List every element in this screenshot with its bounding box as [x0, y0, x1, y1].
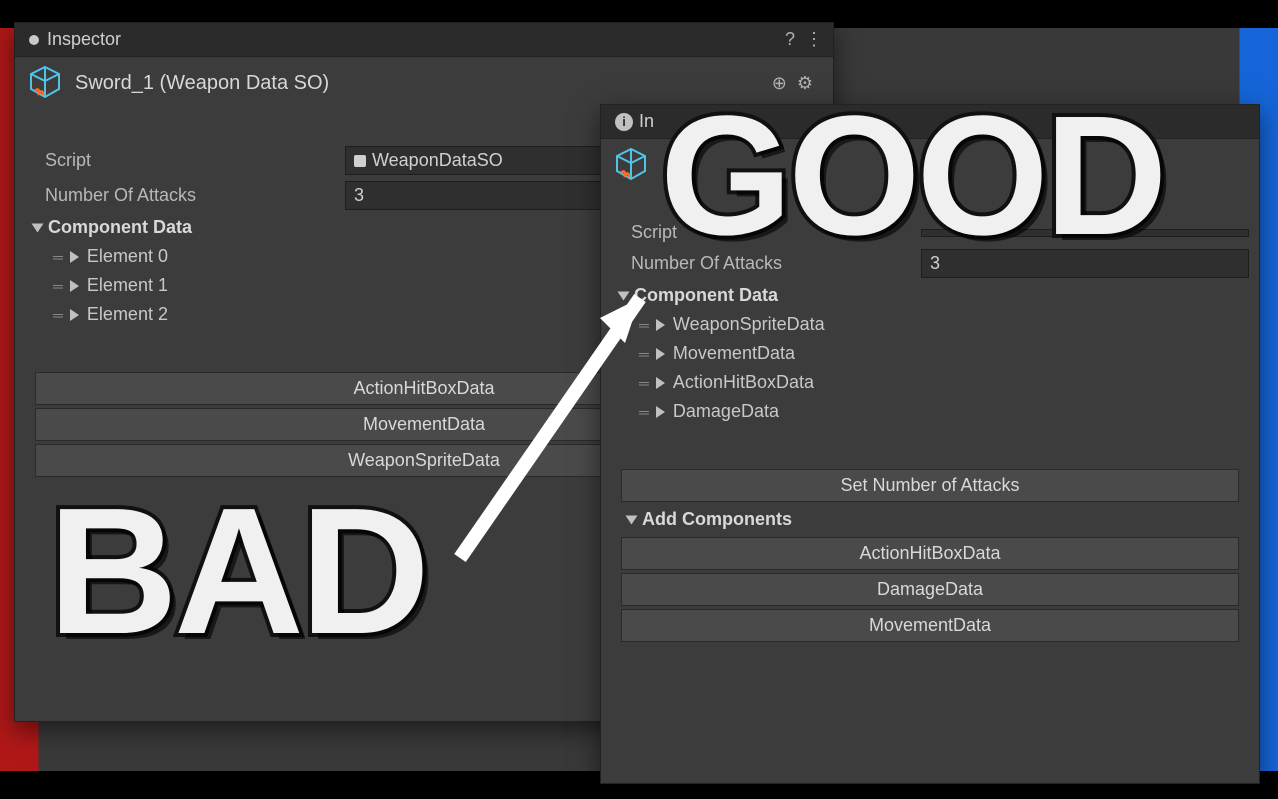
expand-arrow-icon[interactable] — [70, 280, 79, 292]
drag-handle-icon[interactable]: ═ — [53, 278, 62, 294]
info-icon: i — [615, 113, 633, 131]
component-label: WeaponSpriteData — [673, 314, 825, 335]
asset-name: Sword_1 (Weapon Data SO) — [75, 72, 329, 95]
list-item[interactable]: ═ ActionHitBoxData — [601, 368, 1259, 397]
component-label: DamageData — [673, 401, 779, 422]
script-object-icon — [354, 155, 366, 167]
component-data-foldout[interactable]: Component Data — [601, 281, 1259, 310]
list-item[interactable]: ═ MovementData — [601, 339, 1259, 368]
set-num-attacks-button[interactable]: Set Number of Attacks — [621, 469, 1239, 502]
list-item[interactable]: ═ DamageData — [601, 397, 1259, 426]
tab-bar: Inspector ? ⋮ — [15, 23, 833, 57]
num-attacks-value: 3 — [354, 185, 364, 206]
expand-arrow-icon[interactable] — [70, 251, 79, 263]
inspector-tab[interactable]: Inspector — [47, 29, 121, 50]
element-label: Element 0 — [87, 246, 168, 267]
add-components-foldout[interactable]: Add Components — [601, 505, 1259, 534]
add-component-button[interactable]: DamageData — [621, 573, 1239, 606]
num-attacks-label: Number Of Attacks — [45, 185, 345, 206]
help-icon[interactable]: ? — [785, 29, 795, 50]
component-label: ActionHitBoxData — [673, 372, 814, 393]
add-component-button[interactable]: ActionHitBoxData — [621, 537, 1239, 570]
panel-toolbar: ? ⋮ — [785, 29, 833, 50]
scriptable-object-icon — [611, 145, 651, 185]
element-label: Element 2 — [87, 304, 168, 325]
foldout-arrow-icon — [32, 223, 44, 232]
list-item[interactable]: ═ WeaponSpriteData — [601, 310, 1259, 339]
arrow-annotation — [420, 258, 680, 583]
script-value: WeaponDataSO — [372, 150, 503, 171]
expand-arrow-icon[interactable] — [70, 309, 79, 321]
drag-handle-icon[interactable]: ═ — [53, 249, 62, 265]
bad-label: BAD — [48, 468, 426, 675]
drag-handle-icon[interactable]: ═ — [53, 307, 62, 323]
component-data-label: Component Data — [48, 217, 192, 238]
script-label: Script — [45, 150, 345, 171]
scriptable-object-icon — [25, 63, 65, 103]
good-label: GOOD — [660, 78, 1163, 274]
add-component-button[interactable]: MovementData — [621, 609, 1239, 642]
inspector-tab[interactable]: In — [639, 111, 654, 132]
element-label: Element 1 — [87, 275, 168, 296]
component-label: MovementData — [673, 343, 795, 364]
tab-indicator-icon — [29, 35, 39, 45]
menu-icon[interactable]: ⋮ — [805, 29, 823, 50]
